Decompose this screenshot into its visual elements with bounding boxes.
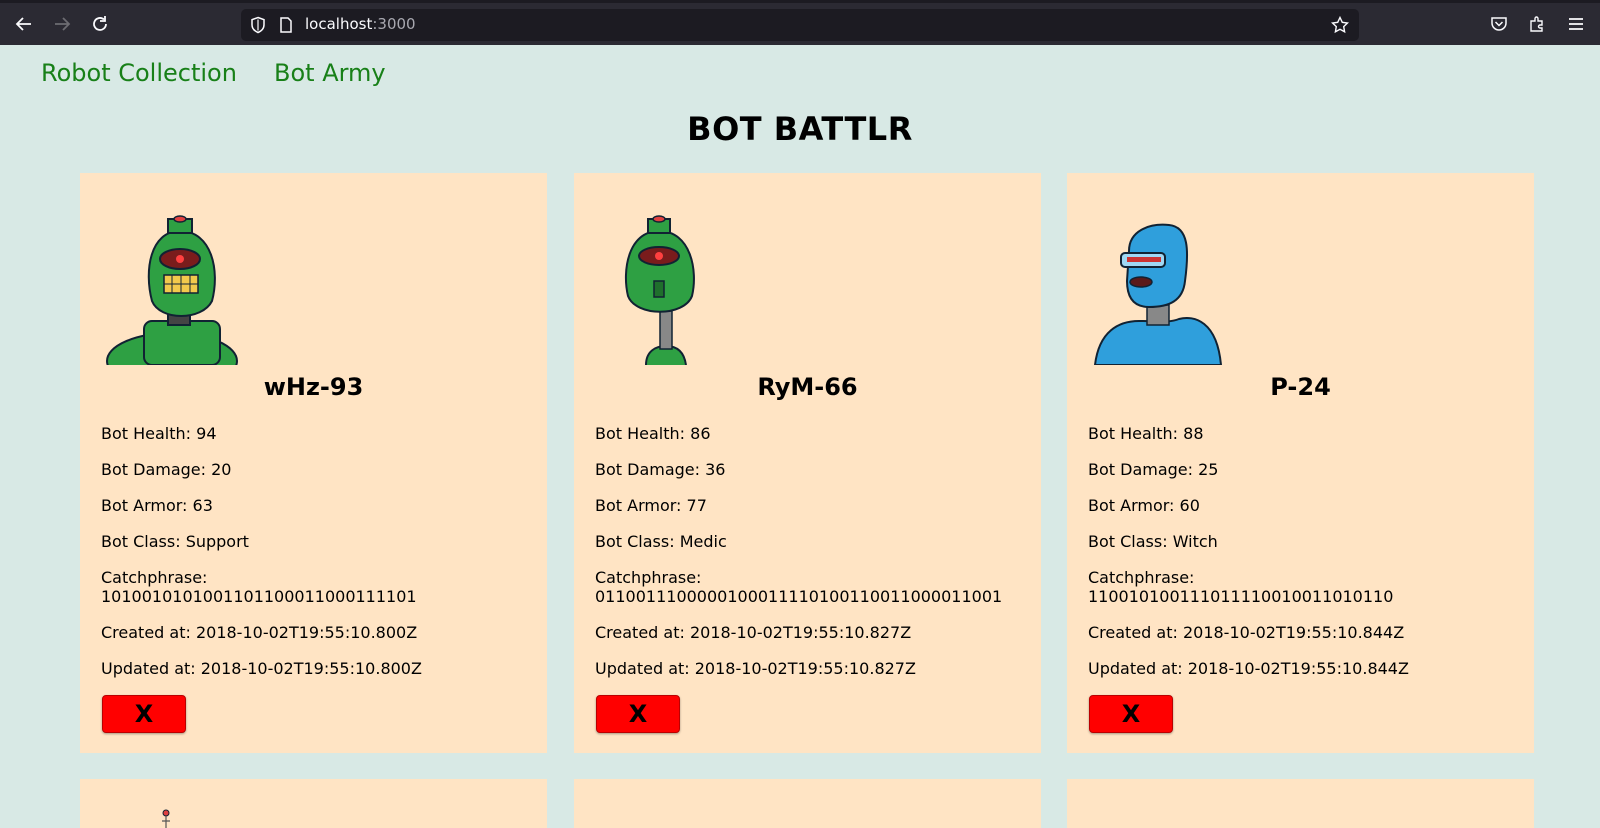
bot-created-at: Created at: 2018-10-02T19:55:10.844Z (1088, 623, 1405, 642)
bot-armor: Bot Armor: 77 (595, 496, 707, 515)
bot-updated-at: Updated at: 2018-10-02T19:55:10.827Z (595, 659, 916, 678)
delete-bot-button[interactable]: X (596, 695, 680, 733)
bot-armor: Bot Armor: 63 (101, 496, 213, 515)
bot-catchphrase-label: Catchphrase: (101, 568, 208, 587)
reload-icon[interactable] (88, 12, 112, 36)
robot-avatar (162, 809, 170, 828)
robot-avatar (624, 215, 695, 365)
delete-bot-button[interactable]: X (1089, 695, 1173, 733)
bot-catchphrase: 110010100111011110010011010110 (1088, 587, 1394, 606)
bookmark-star-icon[interactable] (1330, 15, 1350, 34)
bot-damage: Bot Damage: 20 (101, 460, 232, 479)
bot-card[interactable] (80, 779, 547, 828)
back-icon[interactable] (12, 12, 36, 36)
bot-created-at: Created at: 2018-10-02T19:55:10.827Z (595, 623, 912, 642)
delete-bot-button[interactable]: X (102, 695, 186, 733)
bot-name: RyM-66 (757, 373, 858, 401)
bot-created-at: Created at: 2018-10-02T19:55:10.800Z (101, 623, 418, 642)
browser-toolbar: localhost:3000 (0, 0, 1600, 45)
nav-robot-collection-link[interactable]: Robot Collection (41, 59, 237, 87)
bot-class: Bot Class: Support (101, 532, 249, 551)
pocket-icon[interactable] (1490, 15, 1510, 35)
forward-icon[interactable] (50, 12, 74, 36)
bot-health: Bot Health: 86 (595, 424, 711, 443)
bot-catchphrase: 0110011100000100011110100110011000011001 (595, 587, 1003, 606)
bot-card[interactable] (574, 779, 1041, 828)
bot-catchphrase-label: Catchphrase: (1088, 568, 1195, 587)
bot-class: Bot Class: Witch (1088, 532, 1218, 551)
bot-card[interactable]: P-24 Bot Health: 88 Bot Damage: 25 Bot A… (1067, 173, 1534, 753)
bot-damage: Bot Damage: 25 (1088, 460, 1219, 479)
bot-class: Bot Class: Medic (595, 532, 727, 551)
bot-updated-at: Updated at: 2018-10-02T19:55:10.844Z (1088, 659, 1409, 678)
shield-icon[interactable] (249, 16, 267, 34)
bot-card[interactable]: RyM-66 Bot Health: 86 Bot Damage: 36 Bot… (574, 173, 1041, 753)
bot-name: P-24 (1270, 373, 1331, 401)
menu-icon[interactable] (1567, 15, 1587, 35)
extensions-icon[interactable] (1528, 15, 1548, 35)
bot-health: Bot Health: 94 (101, 424, 217, 443)
bot-card[interactable] (1067, 779, 1534, 828)
page-icon[interactable] (277, 16, 295, 34)
bot-damage: Bot Damage: 36 (595, 460, 726, 479)
robot-avatar (1093, 223, 1223, 365)
bot-armor: Bot Armor: 60 (1088, 496, 1200, 515)
bot-card[interactable]: wHz-93 Bot Health: 94 Bot Damage: 20 Bot… (80, 173, 547, 753)
page-title: BOT BATTLR (687, 110, 913, 148)
robot-avatar (106, 215, 238, 365)
bot-catchphrase: 1010010101001101100011000111101 (101, 587, 417, 606)
url-text[interactable]: localhost:3000 (305, 15, 416, 33)
bot-name: wHz-93 (263, 373, 364, 401)
url-bar[interactable]: localhost:3000 (241, 9, 1359, 41)
bot-health: Bot Health: 88 (1088, 424, 1204, 443)
bot-catchphrase-label: Catchphrase: (595, 568, 702, 587)
bot-updated-at: Updated at: 2018-10-02T19:55:10.800Z (101, 659, 422, 678)
nav-bot-army-link[interactable]: Bot Army (274, 59, 386, 87)
